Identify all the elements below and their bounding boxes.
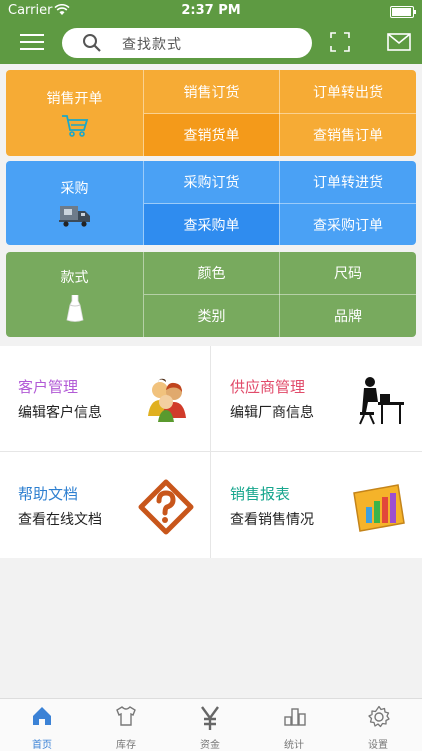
menu-icon[interactable] (20, 32, 44, 52)
stats-icon (284, 708, 306, 726)
check-purchase-goods-button[interactable]: 查采购单 (144, 204, 279, 245)
gear-icon (368, 705, 390, 728)
help-icon (138, 479, 194, 535)
brand-button[interactable]: 品牌 (280, 295, 416, 337)
card-title: 客户管理 (18, 378, 79, 396)
category-button[interactable]: 类别 (144, 295, 279, 337)
feature-cards: 客户管理 编辑客户信息 供应商管理 编辑厂商信息 帮助文档 查看在线文档 销售报… (0, 346, 422, 558)
style-label: 款式 (60, 269, 89, 286)
divider (144, 203, 416, 204)
tab-label: 统计 (284, 740, 304, 751)
search-bar[interactable]: 查找款式 (62, 28, 312, 58)
divider (210, 346, 211, 558)
color-button[interactable]: 颜色 (144, 252, 279, 294)
help-docs-card[interactable]: 帮助文档 查看在线文档 (0, 453, 210, 558)
supplier-management-card[interactable]: 供应商管理 编辑厂商信息 (212, 346, 422, 451)
check-sales-goods-button[interactable]: 查销货单 (144, 114, 279, 156)
battery-icon (390, 6, 416, 18)
cart-icon (61, 115, 88, 137)
bottom-tab-bar: 首页 库存 资金 统计 设置 (0, 698, 422, 751)
order-to-shipment-button[interactable]: 订单转出货 (280, 70, 416, 113)
purchase-button[interactable]: 采购 (6, 161, 143, 245)
scan-icon[interactable] (330, 32, 350, 52)
shirt-icon (116, 706, 136, 726)
truck-icon (58, 206, 90, 227)
check-purchase-orders-button[interactable]: 查采购订单 (280, 204, 416, 245)
card-subtitle: 编辑客户信息 (18, 405, 102, 421)
tab-label: 库存 (116, 740, 136, 751)
status-time: 2:37 PM (181, 3, 241, 18)
home-icon (33, 707, 51, 725)
sales-order-button[interactable]: 销售订货 (144, 70, 279, 113)
customers-icon (148, 378, 186, 422)
divider (0, 451, 422, 452)
mail-icon[interactable] (387, 33, 411, 51)
card-title: 供应商管理 (230, 378, 306, 396)
sales-block: 销售开单 销售订货 订单转出货 查销货单 查销售订单 (6, 70, 416, 156)
purchase-block: 采购 采购订货 订单转进货 查采购单 查采购订单 (6, 161, 416, 245)
report-icon (353, 484, 405, 532)
order-to-receipt-button[interactable]: 订单转进货 (280, 161, 416, 203)
tab-stats[interactable]: 统计 (252, 699, 336, 751)
search-icon (83, 34, 101, 52)
card-title: 帮助文档 (18, 485, 79, 503)
card-title: 销售报表 (230, 485, 291, 503)
sales-new-order-label: 销售开单 (46, 91, 103, 107)
status-bar: Carrier 2:37 PM (0, 0, 422, 22)
divider (144, 113, 416, 114)
divider (144, 294, 416, 295)
yen-icon (201, 706, 219, 730)
tab-label: 设置 (368, 740, 388, 751)
tab-home[interactable]: 首页 (0, 699, 84, 751)
purchase-order-button[interactable]: 采购订货 (144, 161, 279, 203)
tab-label: 首页 (32, 740, 52, 751)
customer-management-card[interactable]: 客户管理 编辑客户信息 (0, 346, 210, 451)
sales-new-order-button[interactable]: 销售开单 (6, 70, 143, 156)
tab-label: 资金 (200, 740, 220, 751)
dress-icon (66, 294, 83, 322)
sales-report-card[interactable]: 销售报表 查看销售情况 (212, 453, 422, 558)
search-placeholder: 查找款式 (122, 37, 182, 53)
size-button[interactable]: 尺码 (280, 252, 416, 294)
top-nav-bar: 查找款式 (0, 22, 422, 64)
card-subtitle: 编辑厂商信息 (230, 405, 314, 421)
card-subtitle: 查看在线文档 (18, 512, 102, 528)
card-subtitle: 查看销售情况 (230, 512, 314, 528)
check-sales-orders-button[interactable]: 查销售订单 (280, 114, 416, 156)
tab-inventory[interactable]: 库存 (84, 699, 168, 751)
purchase-label: 采购 (60, 181, 89, 197)
style-block: 款式 颜色 尺码 类别 品牌 (6, 252, 416, 337)
supplier-icon (359, 377, 404, 425)
tab-funds[interactable]: 资金 (168, 699, 252, 751)
tab-settings[interactable]: 设置 (336, 699, 420, 751)
style-button[interactable]: 款式 (6, 252, 143, 337)
